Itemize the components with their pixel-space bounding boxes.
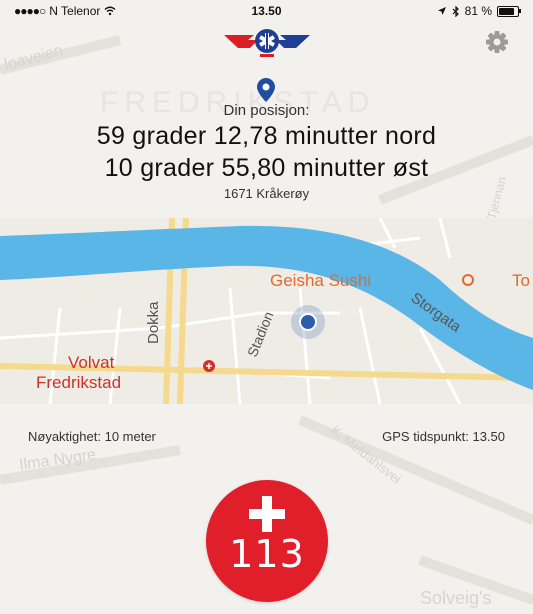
status-bar: ●●●●○ N Telenor 13.50 81 %: [0, 0, 533, 22]
location-pin-icon: [257, 78, 275, 102]
current-location-dot: [301, 315, 315, 329]
location-arrow-icon: [437, 7, 446, 15]
gear-icon[interactable]: [484, 29, 510, 55]
map-label-to: To: [512, 271, 530, 290]
location-map[interactable]: Geisha Sushi To Dokka Stadion Storgata V…: [0, 218, 533, 404]
longitude-text: 10 grader 55,80 minutter øst: [104, 154, 429, 182]
map-label-geisha-sushi: Geisha Sushi: [270, 271, 371, 290]
call-113-button[interactable]: 113: [206, 480, 328, 602]
plus-icon: [249, 496, 285, 532]
map-label-fredrikstad: Fredrikstad: [36, 373, 121, 392]
battery-percentage: 81 %: [464, 4, 492, 18]
bluetooth-icon: [452, 5, 459, 17]
place-name: 1671 Kråkerøy: [223, 186, 310, 201]
battery-icon: [497, 5, 521, 17]
position-label: Din posisjon:: [223, 102, 310, 119]
map-label-dokka: Dokka: [145, 301, 162, 344]
map-label-volvat: Volvat: [68, 353, 115, 372]
emergency-star-of-life-logo: [224, 29, 310, 57]
latitude-text: 59 grader 12,78 minutter nord: [96, 122, 437, 150]
accuracy-text: Nøyaktighet: 10 meter: [28, 429, 156, 444]
gps-time-text: GPS tidspunkt: 13.50: [382, 429, 505, 444]
bg-label-solveig: Solveig's: [420, 588, 491, 608]
emergency-number: 113: [229, 532, 305, 576]
status-right: 81 %: [437, 4, 521, 18]
